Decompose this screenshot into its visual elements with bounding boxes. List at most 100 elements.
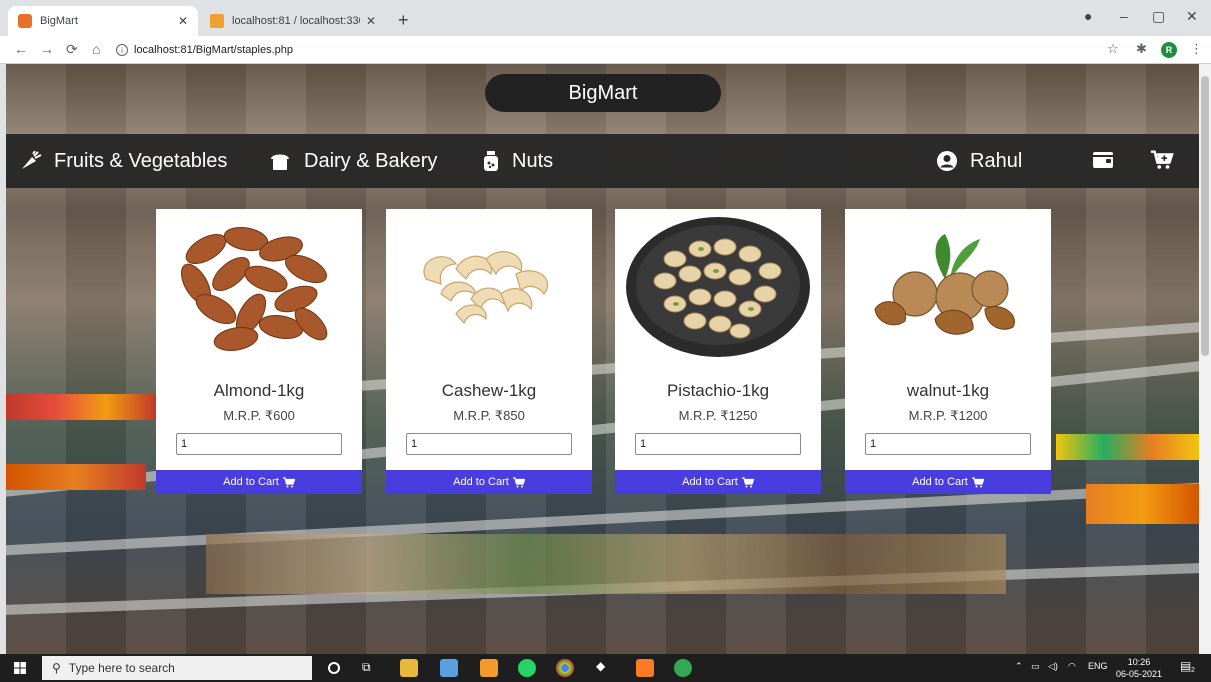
add-to-cart-button[interactable]: Add to Cart [156, 470, 362, 494]
clock-time: 10:26 [1127, 657, 1151, 667]
search-icon: ⚲ [52, 661, 61, 675]
quantity-input[interactable] [635, 433, 801, 455]
nav-fruits-vegetables[interactable]: Fruits & Vegetables [20, 134, 227, 188]
brand-logo[interactable]: BigMart [485, 74, 721, 112]
cashew-image [386, 209, 592, 374]
tray-chevron-icon[interactable]: ⌃ [1015, 661, 1023, 672]
product-name: Cashew-1kg [441, 381, 537, 400]
forward-icon[interactable]: → [40, 41, 54, 57]
extensions-icon[interactable]: ✱ [1136, 41, 1147, 57]
sublime-icon[interactable] [480, 659, 498, 677]
product-card-almond: Almond-1kg M.R.P. ₹600 Add to Cart [156, 209, 362, 494]
menu-icon[interactable]: ⋮ [1190, 41, 1203, 57]
nav-user-account[interactable]: Rahul [936, 134, 1022, 188]
cart-icon [512, 476, 525, 488]
jar-icon [482, 150, 500, 172]
tab-title: BigMart [40, 15, 78, 27]
bread-icon [268, 151, 292, 171]
cortana-icon[interactable] [328, 662, 340, 674]
background-goods [6, 394, 156, 420]
product-card-pistachio: Pistachio-1kg M.R.P. ₹1250 Add to Cart [615, 209, 821, 494]
windows-taskbar: ⚲ Type here to search ⧉ ◆ ⌃ ▭ ◁) ◠ ENG 1… [0, 654, 1211, 682]
nav-label: Fruits & Vegetables [54, 149, 228, 172]
tab-title: localhost:81 / localhost:3307 / us [232, 15, 360, 27]
product-price: M.R.P. ₹850 [453, 408, 525, 423]
quantity-input[interactable] [865, 433, 1031, 455]
bookmark-star-icon[interactable]: ☆ [1107, 41, 1119, 57]
tab-phpmyadmin[interactable]: localhost:81 / localhost:3307 / us ✕ [200, 6, 386, 36]
url-field[interactable]: i localhost:81/BigMart/staples.php [116, 40, 1096, 60]
tab-bigmart[interactable]: BigMart ✕ [8, 6, 198, 36]
add-to-cart-button[interactable]: Add to Cart [845, 470, 1051, 494]
add-to-cart-label: Add to Cart [453, 476, 509, 488]
search-placeholder: Type here to search [68, 661, 175, 675]
reload-icon[interactable]: ⟳ [66, 41, 78, 58]
profile-circle-icon[interactable]: ● [1084, 8, 1092, 24]
taskbar-search-input[interactable]: ⚲ Type here to search [42, 656, 312, 680]
nav-dairy-bakery[interactable]: Dairy & Bakery [268, 134, 437, 188]
battery-icon[interactable]: ▭ [1031, 661, 1040, 672]
product-price: M.R.P. ₹600 [223, 408, 295, 423]
add-to-cart-button[interactable]: Add to Cart [615, 470, 821, 494]
background-goods [206, 534, 1006, 594]
page-scrollbar[interactable] [1199, 64, 1211, 654]
scrollbar-thumb[interactable] [1201, 76, 1209, 356]
nav-label: Dairy & Bakery [304, 149, 438, 172]
whatsapp-icon[interactable] [518, 659, 536, 677]
product-card-cashew: Cashew-1kg M.R.P. ₹850 Add to Cart [386, 209, 592, 494]
cart-icon[interactable] [1150, 148, 1174, 172]
cart-icon [741, 476, 754, 488]
close-tab-icon[interactable]: ✕ [366, 14, 376, 28]
page-viewport: BigMart Fruits & Vegetables Dairy & Bake… [6, 64, 1199, 654]
clock-date: 06-05-2021 [1116, 669, 1163, 679]
cart-icon [971, 476, 984, 488]
chrome-icon[interactable] [556, 659, 574, 677]
bigmart-favicon-icon [18, 14, 32, 28]
almond-image [156, 209, 362, 374]
back-icon[interactable]: ← [14, 41, 28, 57]
address-bar: ← → ⟳ ⌂ i localhost:81/BigMart/staples.p… [0, 36, 1211, 64]
product-name: Almond-1kg [213, 381, 305, 400]
notepad-icon[interactable] [440, 659, 458, 677]
nav-label: Nuts [512, 149, 554, 172]
chrome-profile-icon[interactable] [674, 659, 692, 677]
add-to-cart-label: Add to Cart [223, 476, 279, 488]
add-to-cart-button[interactable]: Add to Cart [386, 470, 592, 494]
close-tab-icon[interactable]: ✕ [178, 14, 188, 28]
nav-nuts[interactable]: Nuts [482, 134, 553, 188]
clock[interactable]: 10:26 06-05-2021 [1116, 656, 1162, 680]
quantity-input[interactable] [176, 433, 342, 455]
notification-icon[interactable]: ▤ [1180, 659, 1191, 673]
wallet-icon[interactable] [1091, 148, 1115, 172]
walnut-image [845, 209, 1051, 374]
background-goods [6, 464, 146, 490]
maximize-button[interactable]: ▢ [1152, 8, 1165, 25]
language-indicator[interactable]: ENG [1088, 661, 1108, 671]
pistachio-image [615, 209, 821, 374]
windows-start-icon[interactable] [14, 662, 26, 674]
user-circle-icon [936, 150, 958, 172]
file-explorer-icon[interactable] [400, 659, 418, 677]
close-window-button[interactable]: ✕ [1186, 8, 1198, 25]
background-goods [1086, 484, 1199, 524]
main-navbar: Fruits & Vegetables Dairy & Bakery Nuts … [6, 134, 1199, 188]
volume-icon[interactable]: ◁) [1048, 661, 1058, 672]
quantity-input[interactable] [406, 433, 572, 455]
wifi-icon[interactable]: ◠ [1068, 661, 1076, 672]
phpmyadmin-favicon-icon [210, 14, 224, 28]
xampp-icon[interactable] [636, 659, 654, 677]
add-to-cart-label: Add to Cart [912, 476, 968, 488]
new-tab-button[interactable]: + [398, 10, 409, 31]
task-view-icon[interactable]: ⧉ [362, 660, 380, 678]
product-name: walnut-1kg [906, 381, 990, 400]
git-icon[interactable]: ◆ [596, 659, 614, 677]
minimize-button[interactable]: – [1120, 8, 1128, 24]
background-goods [1056, 434, 1199, 460]
cart-icon [282, 476, 295, 488]
carrot-icon [20, 151, 42, 171]
site-info-icon[interactable]: i [116, 44, 128, 56]
product-price: M.R.P. ₹1200 [908, 408, 988, 423]
profile-avatar[interactable]: R [1161, 42, 1177, 58]
home-icon[interactable]: ⌂ [92, 41, 100, 57]
product-card-walnut: walnut-1kg M.R.P. ₹1200 Add to Cart [845, 209, 1051, 494]
